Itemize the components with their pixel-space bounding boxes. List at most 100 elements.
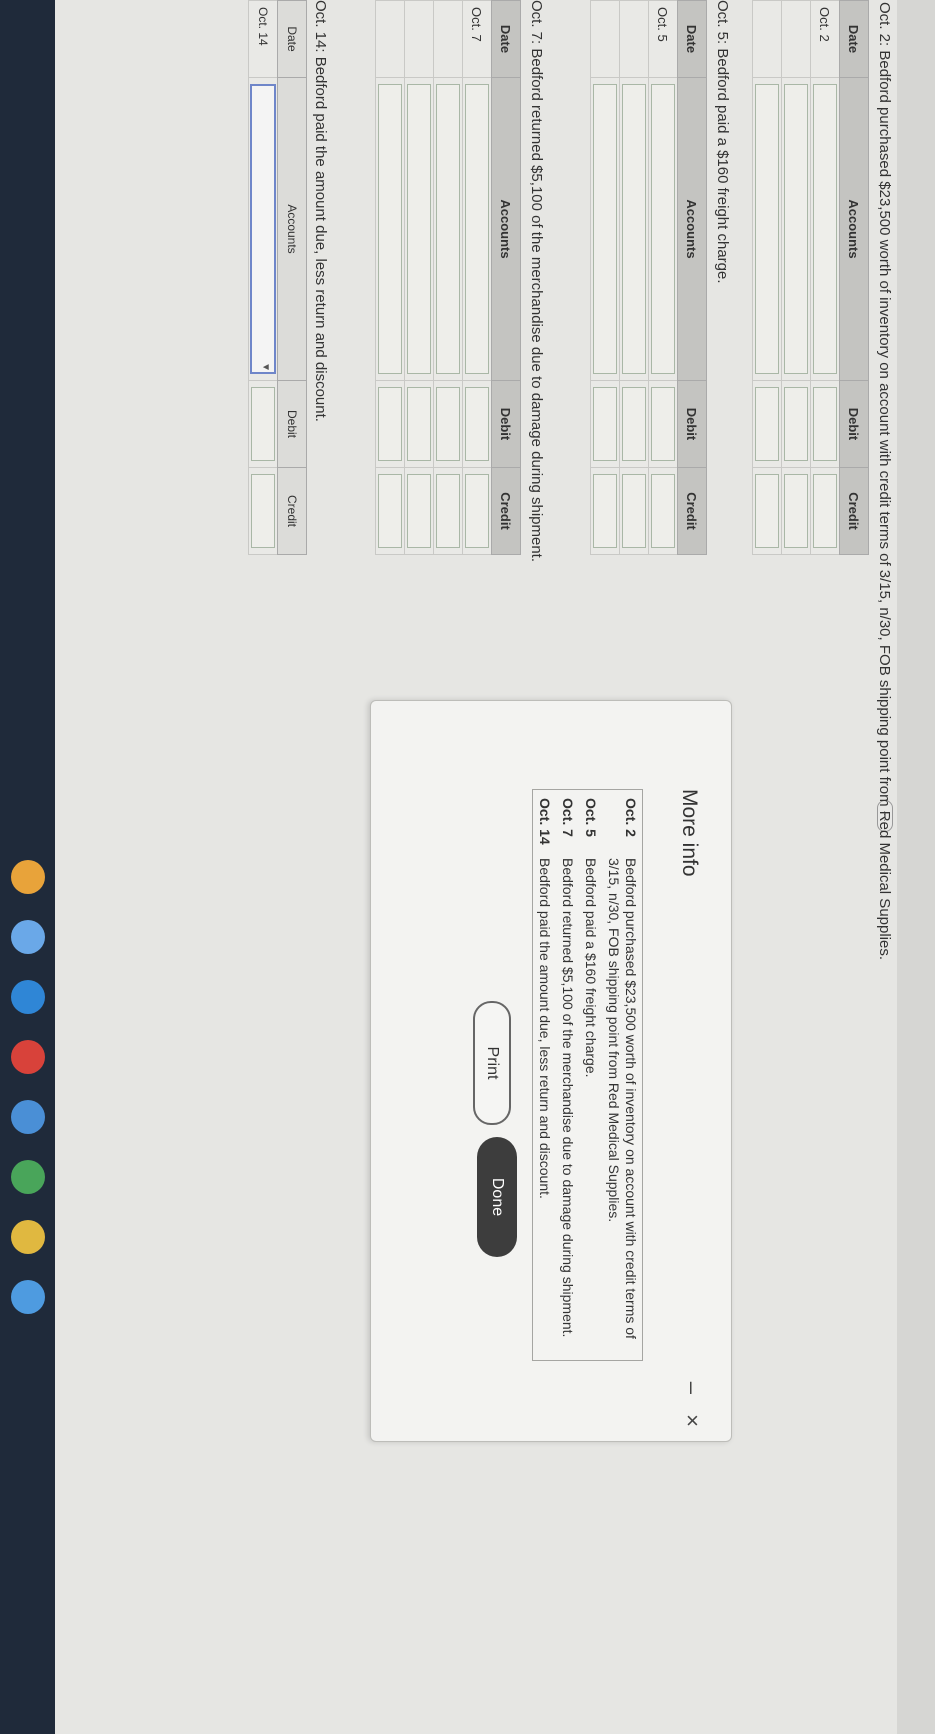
oct2-instruction: Oct. 2: Bedford purchased $23,500 worth … — [876, 2, 893, 961]
dropdown-caret-icon: ▼ — [260, 362, 271, 372]
date-cell: Oct. 7 — [462, 0, 492, 78]
credit-input[interactable] — [378, 474, 402, 548]
debit-input[interactable] — [407, 387, 431, 461]
credit-input[interactable] — [622, 474, 646, 548]
credit-header: Credit — [839, 467, 869, 555]
print-button[interactable]: Print — [473, 1001, 511, 1125]
table-row — [781, 0, 811, 555]
debit-input[interactable] — [784, 387, 808, 461]
screen: .... Oct. 2: Bedford purchased $23,500 w… — [0, 0, 935, 1734]
done-button[interactable]: Done — [477, 1137, 517, 1257]
date-header: Date — [491, 0, 521, 78]
credit-input[interactable] — [813, 474, 837, 548]
debit-header: Debit — [491, 380, 521, 468]
info-date: Oct. 2 — [623, 798, 639, 837]
journal-table-oct2: Date Accounts Debit Credit Oct. 2 — [752, 0, 869, 555]
debit-input[interactable] — [378, 387, 402, 461]
debit-header: Debit — [839, 380, 869, 468]
accounts-header: Accounts — [491, 77, 521, 381]
taskbar — [0, 0, 55, 1734]
table-row — [375, 0, 405, 555]
account-input[interactable] — [651, 84, 675, 374]
dialog-controls: – × — [679, 1368, 705, 1427]
debit-header: Debit — [277, 380, 307, 468]
info-text: Bedford purchased $23,500 worth of inven… — [606, 858, 639, 1339]
app-icon[interactable] — [11, 1040, 45, 1074]
credit-input[interactable] — [784, 474, 808, 548]
debit-input[interactable] — [813, 387, 837, 461]
debit-input[interactable] — [755, 387, 779, 461]
minimize-icon[interactable]: – — [680, 1382, 705, 1394]
debit-input[interactable] — [651, 387, 675, 461]
credit-input[interactable] — [251, 474, 275, 548]
credit-input[interactable] — [755, 474, 779, 548]
page-content: .... Oct. 2: Bedford purchased $23,500 w… — [27, 0, 897, 1734]
accounts-header: Accounts — [839, 77, 869, 381]
debit-header: Debit — [677, 380, 707, 468]
header-row: Date Accounts Debit Credit — [491, 0, 521, 555]
oct7-instruction: Oct. 7: Bedford returned $5,100 of the m… — [528, 0, 545, 563]
header-row: Date Accounts Debit Credit — [677, 0, 707, 555]
list-item: Oct. 5 Bedford paid a $160 freight charg… — [579, 790, 602, 1360]
credit-header: Credit — [491, 467, 521, 555]
table-row: Oct. 14 ▼ — [248, 0, 278, 555]
account-input[interactable] — [813, 84, 837, 374]
accounts-header: Accounts — [677, 77, 707, 381]
table-row — [752, 0, 782, 555]
debit-input[interactable] — [251, 387, 275, 461]
table-row — [590, 0, 620, 555]
app-icon[interactable] — [11, 1160, 45, 1194]
list-item: Oct. 14 Bedford paid the amount due, les… — [533, 790, 556, 1360]
debit-input[interactable] — [436, 387, 460, 461]
debit-input[interactable] — [465, 387, 489, 461]
close-icon[interactable]: × — [680, 1414, 705, 1427]
oct5-instruction: Oct. 5: Bedford paid a $160 freight char… — [714, 0, 731, 284]
info-text: Bedford returned $5,100 of the merchandi… — [560, 858, 576, 1338]
header-row: Date Accounts Debit Credit — [839, 0, 869, 555]
account-input[interactable] — [593, 84, 617, 374]
date-header: Date — [839, 0, 869, 78]
info-text: Bedford paid the amount due, less return… — [537, 858, 553, 1199]
credit-input[interactable] — [436, 474, 460, 548]
account-input[interactable] — [784, 84, 808, 374]
table-row: Oct. 5 — [648, 0, 678, 555]
info-date: Oct. 7 — [560, 798, 576, 837]
journal-table-oct14: Date Accounts Debit Credit Oct. 14 ▼ — [248, 0, 307, 555]
table-row: Oct. 7 — [462, 0, 492, 555]
date-cell: Oct. 5 — [648, 0, 678, 78]
info-text: Bedford paid a $160 freight charge. — [583, 858, 599, 1078]
account-input[interactable] — [378, 84, 402, 374]
oct14-instruction: Oct. 14: Bedford paid the amount due, le… — [312, 0, 329, 422]
account-input[interactable] — [622, 84, 646, 374]
account-input[interactable] — [465, 84, 489, 374]
app-icon[interactable] — [11, 1280, 45, 1314]
credit-input[interactable] — [407, 474, 431, 548]
account-input[interactable] — [755, 84, 779, 374]
account-dropdown[interactable]: ▼ — [250, 84, 276, 374]
credit-header: Credit — [277, 467, 307, 555]
credit-input[interactable] — [465, 474, 489, 548]
app-icon[interactable] — [11, 1220, 45, 1254]
date-cell: Oct. 2 — [810, 0, 840, 78]
account-input[interactable] — [436, 84, 460, 374]
table-row — [619, 0, 649, 555]
app-icon[interactable] — [11, 980, 45, 1014]
table-row — [433, 0, 463, 555]
credit-input[interactable] — [651, 474, 675, 548]
more-info-dialog: More info – × Oct. 2 Bedford purchased $… — [370, 700, 732, 1442]
header-row: Date Accounts Debit Credit — [277, 0, 307, 555]
list-item: Oct. 2 Bedford purchased $23,500 worth o… — [602, 790, 642, 1360]
info-list: Oct. 2 Bedford purchased $23,500 worth o… — [532, 789, 643, 1361]
journal-table-oct5: Date Accounts Debit Credit Oct. 5 — [590, 0, 707, 555]
journal-table-oct7: Date Accounts Debit Credit Oct. 7 — [375, 0, 521, 555]
debit-input[interactable] — [622, 387, 646, 461]
chrome-icon[interactable] — [11, 860, 45, 894]
date-cell: Oct. 14 — [248, 0, 278, 78]
debit-input[interactable] — [593, 387, 617, 461]
app-icon[interactable] — [11, 920, 45, 954]
app-icon[interactable] — [11, 1100, 45, 1134]
credit-input[interactable] — [593, 474, 617, 548]
account-input[interactable] — [407, 84, 431, 374]
date-header: Date — [677, 0, 707, 78]
list-item: Oct. 7 Bedford returned $5,100 of the me… — [556, 790, 579, 1360]
